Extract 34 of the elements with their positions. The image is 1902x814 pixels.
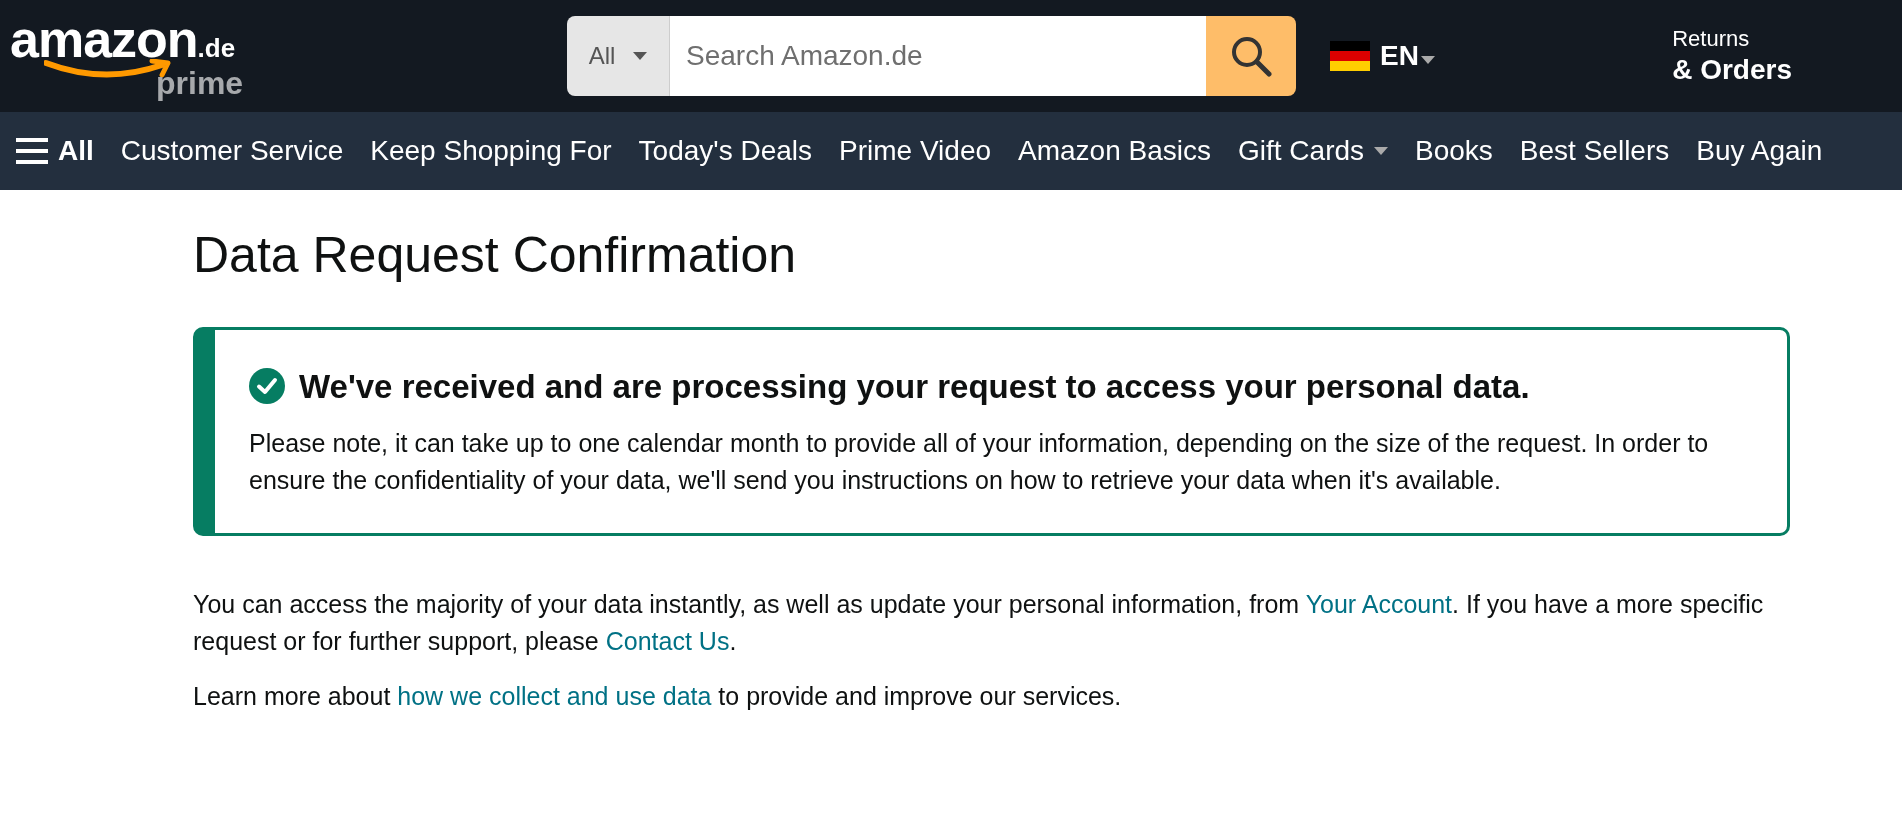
- logo-prime: prime: [156, 67, 245, 99]
- nav-link[interactable]: Keep Shopping For: [370, 130, 612, 172]
- alert-heading: We've received and are processing your request to access your personal data.: [299, 366, 1530, 407]
- language-selector[interactable]: EN: [1330, 35, 1435, 77]
- nav-link[interactable]: Best Sellers: [1519, 130, 1670, 172]
- info-paragraph: Learn more about how we collect and use data to provide and improve our services.: [193, 681, 1123, 712]
- search-icon: [1229, 34, 1273, 78]
- alert-message: Please note, it can take up to one calendar month to provide all of your information, depending on the size of the request. In order to ensure the confidentiality of your data, we'll send you instructions on how to retrieve your data when it's available.: [249, 428, 1710, 496]
- info-paragraph: You can access the majority of your data instantly, as well as update your personal information, from Your Account. If you have a more specific request or for further support, please Contact Us.: [193, 589, 1765, 657]
- logo-wordmark: amazon: [10, 13, 198, 65]
- nav-link[interactable]: Customer Service: [120, 130, 344, 172]
- text-link[interactable]: Your Account: [1305, 590, 1453, 618]
- caret-icon: [633, 52, 648, 60]
- logo-domain: .de: [197, 35, 236, 61]
- nav-link[interactable]: Today's Deals: [638, 130, 812, 172]
- nav-link[interactable]: Gift Cards: [1238, 130, 1389, 172]
- text-link[interactable]: Contact Us: [605, 627, 730, 655]
- nav-link[interactable]: Books: [1415, 130, 1493, 172]
- all-menu-button[interactable]: All: [14, 130, 94, 172]
- returns-orders-link[interactable]: Returns & Orders: [1672, 24, 1792, 88]
- text-link[interactable]: how we collect and use data: [397, 682, 712, 710]
- search-button[interactable]: [1206, 16, 1296, 96]
- page-title: Data Request Confirmation: [193, 226, 798, 285]
- caret-icon: [1420, 56, 1435, 64]
- search-field[interactable]: Search Amazon.de: [670, 16, 1206, 96]
- category-dropdown[interactable]: All: [567, 16, 670, 96]
- nav-link[interactable]: Buy Again: [1696, 130, 1823, 172]
- caret-icon: [1374, 147, 1389, 155]
- nav-link[interactable]: Amazon Basics: [1018, 130, 1211, 172]
- logo[interactable]: amazon.de prime: [10, 6, 250, 106]
- menu-icon: [14, 136, 50, 166]
- check-circle-icon: [249, 368, 285, 405]
- nav-link[interactable]: Prime Video: [839, 130, 992, 172]
- german-flag-icon: [1330, 41, 1370, 71]
